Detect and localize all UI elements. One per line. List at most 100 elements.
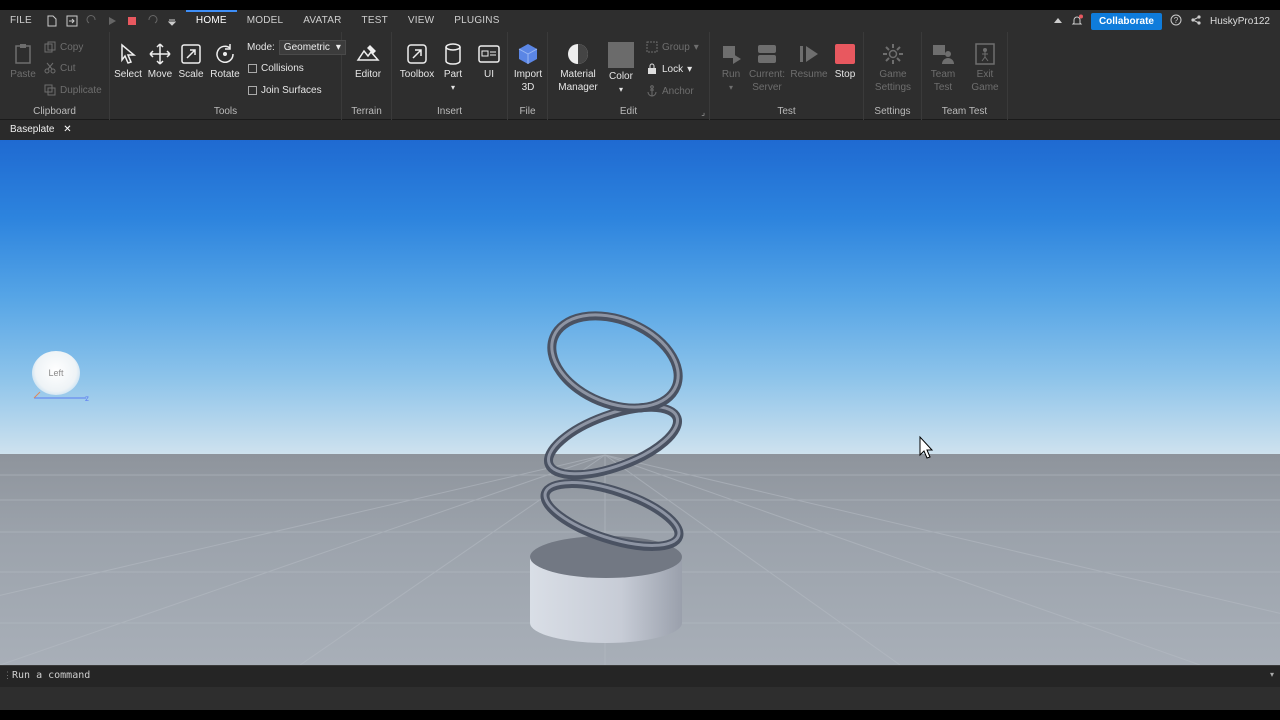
file-menu[interactable]: FILE — [0, 10, 42, 32]
clipboard-group: Paste Copy Cut Duplicate Clipboard — [0, 32, 110, 120]
clipboard-label: Clipboard — [33, 106, 76, 117]
import-3d-cube-icon — [518, 44, 538, 64]
tab-baseplate[interactable]: Baseplate ✕ — [0, 120, 82, 140]
lock-button[interactable]: Lock ▾ — [646, 63, 692, 75]
stop-icon[interactable] — [126, 15, 138, 27]
duplicate-icon — [44, 84, 56, 96]
file-label: File — [519, 106, 536, 117]
cut-button[interactable]: Cut — [44, 62, 76, 74]
3d-viewport[interactable]: z Left — [0, 140, 1280, 665]
select-tool-button[interactable]: Select — [114, 42, 142, 81]
rotate-tool-button[interactable]: Rotate — [210, 42, 240, 81]
move-tool-button[interactable]: Move — [146, 42, 174, 81]
terrain-group: Editor Terrain — [342, 32, 392, 120]
ribbon: Paste Copy Cut Duplicate Clipboard Selec… — [0, 32, 1280, 120]
file-group: Import 3D File — [508, 32, 548, 120]
drag-handle-icon[interactable]: ⋮ — [3, 670, 12, 681]
command-input[interactable] — [12, 670, 1252, 681]
status-bar — [0, 687, 1280, 710]
paste-button[interactable]: Paste — [8, 42, 38, 81]
anchor-icon — [647, 85, 657, 97]
anchor-button[interactable]: Anchor — [646, 85, 694, 97]
test-label: Test — [777, 106, 796, 117]
resume-button[interactable]: Resume — [790, 42, 828, 81]
move-arrows-icon — [149, 43, 171, 65]
expand-corner-icon[interactable]: ⌟ — [701, 108, 705, 117]
tab-view[interactable]: VIEW — [398, 10, 444, 32]
server-icon — [758, 45, 776, 63]
settings-label: Settings — [874, 106, 911, 117]
team-test-button[interactable]: Team Test — [926, 42, 960, 94]
team-test-icon — [933, 45, 954, 64]
run-button[interactable]: Run ▾ — [714, 42, 748, 94]
checkbox-icon — [248, 64, 257, 73]
part-dropdown-arrow-icon: ▾ — [450, 83, 455, 92]
scale-tool-button[interactable]: Scale — [177, 42, 205, 81]
copy-button[interactable]: Copy — [44, 41, 83, 53]
ui-button[interactable]: UI — [474, 42, 504, 81]
tab-home[interactable]: HOME — [185, 10, 237, 32]
material-manager-button[interactable]: Material Manager — [558, 42, 598, 94]
command-bar: ⋮ ▾ — [0, 665, 1280, 687]
copy-icon — [44, 41, 56, 53]
duplicate-button[interactable]: Duplicate — [44, 84, 102, 96]
edit-group: Material Manager Color ▾ Group ▾ Lock ▾ An… — [548, 32, 710, 120]
ui-window-icon — [478, 45, 500, 63]
run-dropdown-arrow-icon: ▾ — [728, 83, 733, 92]
group-button[interactable]: Group ▾ — [646, 41, 699, 53]
resume-icon — [800, 46, 818, 62]
game-settings-button[interactable]: Game Settings — [872, 42, 914, 94]
stop-button[interactable]: Stop — [830, 42, 860, 81]
collisions-checkbox[interactable]: Collisions — [248, 63, 304, 74]
share-icon[interactable] — [1190, 14, 1202, 29]
svg-text:z: z — [85, 394, 89, 403]
edit-label: Edit — [619, 106, 638, 117]
terrain-editor-button[interactable]: Editor — [352, 42, 384, 81]
cut-icon — [44, 62, 56, 74]
lock-icon — [648, 63, 656, 74]
close-icon[interactable]: ✕ — [63, 124, 71, 135]
toolbox-icon — [407, 44, 427, 64]
open-file-icon[interactable] — [66, 15, 78, 27]
svg-text:?: ? — [1174, 16, 1179, 25]
join-surfaces-checkbox[interactable]: Join Surfaces — [248, 85, 322, 96]
dropdown-arrow-icon: ▾ — [335, 42, 341, 53]
color-button[interactable]: Color ▾ — [606, 42, 636, 96]
tab-avatar[interactable]: AVATAR — [293, 10, 351, 32]
toolbox-button[interactable]: Toolbox — [398, 42, 436, 81]
import-3d-button[interactable]: Import 3D — [512, 42, 544, 94]
play-icon[interactable] — [106, 15, 118, 27]
base-cylinder-part[interactable] — [530, 536, 682, 643]
topbar-right: Collaborate ? HuskyPro122 — [1053, 12, 1280, 30]
part-button[interactable]: Part ▾ — [438, 42, 468, 94]
undo-icon[interactable] — [146, 15, 158, 27]
scale-icon — [181, 44, 201, 64]
settings-group: Game Settings Settings — [864, 32, 922, 120]
customize-icon[interactable] — [166, 15, 178, 27]
username-label[interactable]: HuskyPro122 — [1210, 16, 1270, 27]
exit-game-button[interactable]: Exit Game — [968, 42, 1002, 94]
tools-group: Select Move Scale Rotate Mode: Geometric… — [110, 32, 346, 120]
current-server-button[interactable]: Current: Server — [748, 42, 786, 94]
terrain-editor-icon — [356, 45, 380, 61]
notification-bell-icon[interactable] — [1071, 14, 1083, 29]
test-group: Run ▾ Current: Server Resume Stop Test — [710, 32, 864, 120]
collapse-ribbon-icon[interactable] — [1053, 15, 1063, 27]
help-icon[interactable]: ? — [1170, 14, 1182, 29]
rotate-icon — [216, 44, 234, 63]
mode-dropdown[interactable]: Geometric ▾ — [278, 40, 346, 55]
run-icon — [723, 46, 741, 64]
view-cube[interactable]: Left — [32, 351, 80, 395]
command-history-dropdown-icon[interactable]: ▾ — [1270, 670, 1274, 679]
tab-test[interactable]: TEST — [352, 10, 398, 32]
lock-dropdown-arrow-icon: ▾ — [687, 63, 693, 75]
group-dropdown-arrow-icon: ▾ — [693, 41, 699, 53]
tab-model[interactable]: MODEL — [237, 10, 294, 32]
new-file-icon[interactable] — [46, 15, 58, 27]
exit-game-icon — [975, 43, 995, 65]
insert-group: Toolbox Part ▾ UI Insert — [392, 32, 508, 120]
tab-plugins[interactable]: PLUGINS — [444, 10, 509, 32]
stop-square-icon — [835, 44, 855, 64]
collaborate-button[interactable]: Collaborate — [1090, 12, 1162, 30]
redo-icon[interactable] — [86, 15, 98, 27]
